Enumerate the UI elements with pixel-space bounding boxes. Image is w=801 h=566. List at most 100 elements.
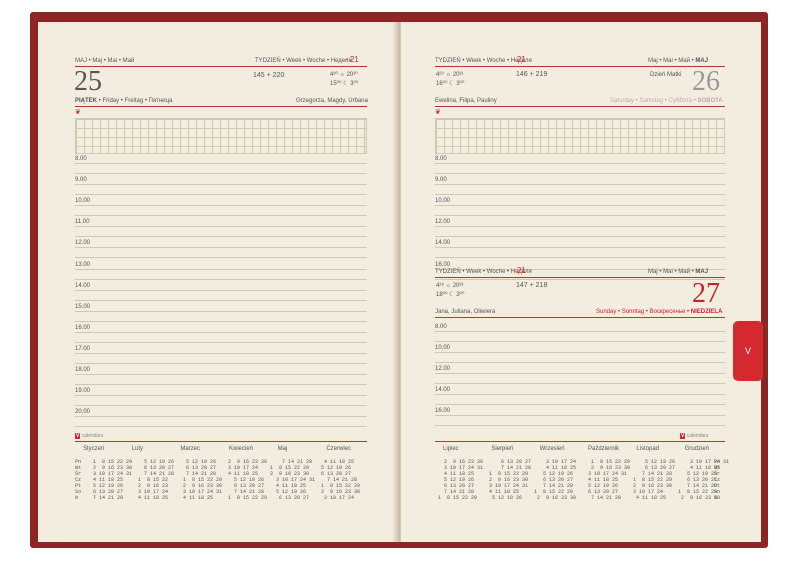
time-label: 15.00 — [75, 303, 91, 310]
time-label: 14.00 — [435, 387, 451, 393]
left-logo: V calendars — [75, 433, 103, 439]
calendar-month-label: Marzec — [180, 446, 200, 452]
right-day-name: Saturday • Samstag • Суббота • SOBOTA — [610, 98, 723, 104]
writing-line[interactable] — [75, 395, 367, 397]
writing-line[interactable] — [435, 394, 725, 395]
writing-line[interactable] — [435, 194, 725, 196]
sunday-day-name: Sunday • Sonntag • Воскресенье • NIEDZIE… — [596, 309, 722, 315]
writing-line[interactable] — [75, 299, 367, 301]
writing-line[interactable] — [435, 373, 725, 374]
writing-line[interactable] — [75, 341, 367, 343]
sunday-week-number: - 21 — [512, 266, 526, 275]
time-label: 12.00 — [435, 366, 451, 372]
calendar-month-label: Listopad — [636, 446, 660, 452]
writing-line[interactable] — [75, 184, 367, 186]
right-month-header: Maj • Mai • Май • MAJ — [648, 58, 708, 64]
time-label: 12.00 — [75, 240, 91, 247]
writing-line[interactable] — [75, 416, 367, 418]
time-label: 10.00 — [435, 345, 451, 351]
writing-line[interactable] — [435, 205, 725, 207]
left-bookmark-icon: ❦ — [75, 109, 81, 116]
time-label: 10.00 — [435, 198, 451, 205]
time-label: 16.00 — [75, 324, 91, 331]
left-week-number: - 21 — [345, 55, 359, 64]
calendar-month-label: Czerwiec — [326, 446, 351, 452]
time-label: 14.00 — [75, 282, 91, 289]
writing-line[interactable] — [75, 352, 367, 354]
writing-line[interactable] — [75, 257, 367, 259]
writing-line[interactable] — [75, 226, 367, 228]
month-tab[interactable]: V — [733, 321, 763, 381]
writing-line[interactable] — [435, 173, 725, 174]
left-day-of-year: 145 + 220 — [253, 72, 285, 79]
writing-line[interactable] — [435, 247, 725, 249]
calendar-month-label: Październik — [588, 446, 620, 452]
right-day-of-year: 146 + 219 — [516, 71, 548, 78]
writing-line[interactable] — [75, 362, 367, 364]
writing-line[interactable] — [435, 163, 725, 164]
writing-line[interactable] — [435, 331, 725, 332]
right-notes-grid — [435, 118, 725, 154]
writing-line[interactable] — [75, 426, 367, 428]
sunday-month-header-strong: MAJ — [695, 269, 709, 275]
sunday-moonrise: 18⁰⁰ ☾ 3⁰⁰ — [436, 292, 465, 298]
writing-line[interactable] — [435, 226, 725, 228]
writing-line[interactable] — [75, 320, 367, 322]
writing-line[interactable] — [435, 383, 725, 384]
writing-line[interactable] — [75, 205, 367, 207]
writing-line[interactable] — [75, 374, 367, 375]
right-week-number: - 21 — [512, 55, 526, 64]
writing-line[interactable] — [75, 278, 367, 280]
writing-line[interactable] — [435, 257, 725, 259]
calendar-month-label: Luty — [131, 446, 143, 452]
right-logo-text: calendars — [686, 433, 709, 439]
writing-line[interactable] — [75, 310, 367, 312]
writing-line[interactable] — [75, 194, 367, 196]
writing-line[interactable] — [435, 278, 725, 280]
left-week-label: TYDZIEŃ • Week • Woche • Неделя — [255, 58, 352, 64]
sunday-day-name-strong: NIEDZIELA — [690, 309, 723, 315]
left-calendar-weekdays: Pn Wt Śr Cz Pt So N — [75, 459, 82, 501]
left-name-days: Grzegorza, Magdy, Urbana — [296, 98, 368, 104]
writing-line[interactable] — [75, 289, 367, 291]
calendar-month-label: Grudzień — [684, 446, 710, 452]
writing-line[interactable] — [435, 404, 725, 405]
time-label: 11.00 — [75, 219, 90, 226]
right-day-number: 26 — [692, 66, 720, 97]
left-logo-text: calendars — [81, 433, 104, 439]
sunday-day-number: 27 — [692, 278, 720, 309]
writing-line[interactable] — [75, 236, 367, 238]
writing-line[interactable] — [435, 184, 725, 186]
writing-line[interactable] — [435, 215, 725, 217]
writing-line[interactable] — [435, 425, 725, 426]
sunday-month-header-text: Maj • Mai • Май • — [648, 269, 694, 275]
writing-line[interactable] — [75, 384, 367, 385]
writing-line[interactable] — [75, 247, 367, 249]
left-calendar-body: 1 8 15 22 29 5 12 19 26 5 12 19 26 2 9 1… — [93, 459, 361, 501]
sunday-name-days: Jana, Juliana, Oliwiera — [435, 309, 496, 315]
writing-line[interactable] — [435, 236, 725, 238]
writing-line[interactable] — [75, 331, 367, 333]
writing-line[interactable] — [75, 268, 367, 270]
sunday-day-name-rest: Sunday • Sonntag • Воскресенье • — [596, 309, 690, 315]
writing-line[interactable] — [75, 173, 367, 174]
time-label: 10.00 — [75, 198, 91, 205]
writing-line[interactable] — [75, 405, 367, 407]
right-month-header-strong: MAJ — [695, 58, 709, 64]
writing-line[interactable] — [435, 352, 725, 353]
sunday-day-of-year: 147 + 218 — [516, 282, 548, 289]
writing-line[interactable] — [75, 215, 367, 217]
left-day-number: 25 — [74, 66, 102, 97]
left-moonrise: 15⁰⁰ ☾ 3⁰⁰ — [330, 81, 359, 87]
time-label: 9.00 — [75, 177, 87, 184]
writing-line[interactable] — [435, 341, 725, 342]
calendar-month-label: Kwiecień — [229, 446, 254, 452]
left-notes-grid — [75, 118, 367, 154]
left-logo-mark-icon: V — [75, 433, 81, 439]
time-label: 14.00 — [435, 240, 451, 247]
writing-line[interactable] — [435, 362, 725, 363]
writing-line[interactable] — [75, 163, 367, 164]
writing-line[interactable] — [435, 415, 725, 416]
left-day-name-rest: • Friday • Freitag • Пятница — [98, 98, 173, 104]
right-moonrise: 16⁰⁰ ☾ 3⁰⁰ — [436, 81, 465, 87]
